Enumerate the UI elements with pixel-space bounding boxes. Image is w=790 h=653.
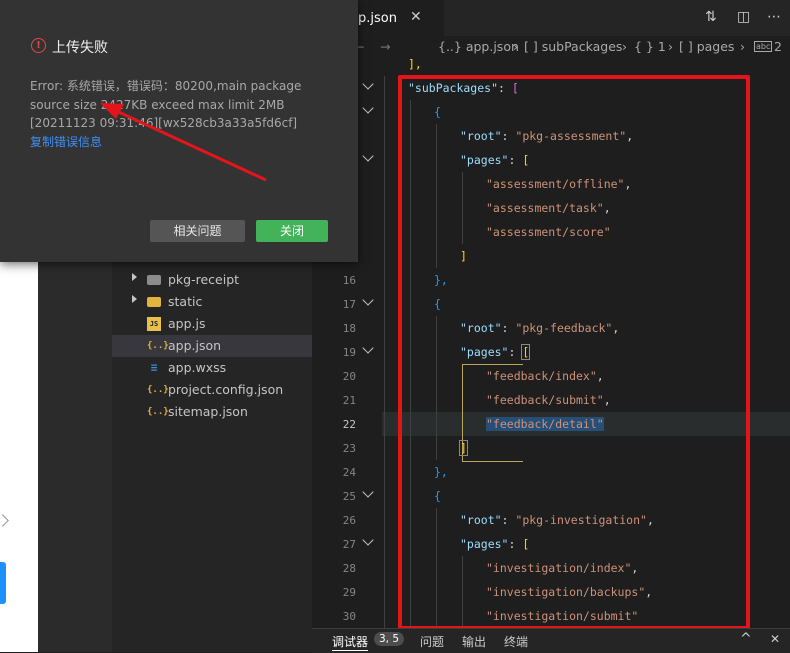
breadcrumb-separator: › (622, 39, 627, 54)
folder-icon (147, 275, 161, 285)
line-number: 25 (342, 490, 356, 503)
tree-item-static[interactable]: static (112, 291, 312, 313)
error-message: Error: 系统错误，错误码：80200,main package sourc… (30, 79, 302, 130)
upload-failed-dialog: ! 上传失败 Error: 系统错误，错误码：80200,main packag… (0, 0, 358, 262)
json-file-icon: {..} (147, 341, 169, 351)
js-file-icon: JS (147, 317, 161, 331)
fold-chevron-icon[interactable] (362, 294, 374, 306)
chevron-right-icon[interactable] (132, 273, 137, 281)
tree-item-label: app.wxss (168, 360, 227, 375)
breadcrumb-separator: › (668, 39, 673, 54)
tab-terminal[interactable]: 终端 (504, 633, 528, 650)
copy-error-link[interactable]: 复制错误信息 (30, 133, 102, 150)
tree-item-label: project.config.json (168, 382, 284, 397)
count-badge: 3, 5 (374, 632, 405, 646)
split-editor-icon[interactable]: ◫ (737, 9, 750, 25)
close-panel-icon[interactable]: ✕ (770, 632, 780, 646)
indent-guide (384, 76, 385, 628)
fold-chevron-icon[interactable] (362, 534, 374, 546)
tree-item-app-json[interactable]: {..} app.json (112, 335, 312, 357)
string-icon: abc (754, 41, 773, 52)
tab-app-json[interactable]: p.json ✕ (358, 0, 444, 36)
line-number: 17 (342, 298, 356, 311)
chevron-right-icon[interactable] (132, 295, 137, 303)
tree-item-label: app.json (168, 338, 222, 353)
tree-item-label: static (168, 294, 203, 309)
tree-item-app-js[interactable]: JS app.js (112, 313, 312, 335)
line-number: 29 (342, 586, 356, 599)
tree-item-label: sitemap.json (168, 404, 248, 419)
maximize-panel-icon[interactable]: ^ (740, 631, 752, 647)
line-number: 26 (342, 514, 356, 527)
breadcrumb-item[interactable]: {..} app.json (438, 39, 519, 54)
line-number: 27 (342, 538, 356, 551)
code-line[interactable]: ], (408, 52, 422, 76)
fold-chevron-icon[interactable] (362, 486, 374, 498)
breadcrumb-separator: › (513, 39, 518, 54)
breadcrumb-item[interactable]: 2 (774, 39, 782, 54)
fold-chevron-icon[interactable] (362, 78, 374, 90)
more-actions-icon[interactable]: ⋯ (767, 9, 781, 25)
chevron-right-icon[interactable] (0, 514, 9, 527)
tab-bar: p.json ✕ ⇅ ◫ ⋯ (312, 0, 790, 36)
css-file-icon: ≡ (150, 361, 158, 374)
dialog-title: 上传失败 (52, 40, 108, 56)
json-file-icon: {..} (147, 385, 169, 395)
related-issues-button[interactable]: 相关问题 (150, 220, 245, 242)
close-icon[interactable]: ✕ (410, 9, 422, 25)
line-number: 30 (342, 610, 356, 623)
error-icon: ! (31, 38, 46, 53)
line-number: 20 (342, 370, 356, 383)
tree-item-label: pkg-receipt (168, 272, 240, 287)
line-number: 16 (342, 274, 356, 287)
tab-label: p.json (358, 11, 397, 26)
tab-output[interactable]: 输出 (462, 633, 486, 650)
tree-item-project-config[interactable]: {..} project.config.json (112, 379, 312, 401)
close-button[interactable]: 关闭 (256, 220, 328, 242)
tree-item-pkg-receipt[interactable]: pkg-receipt (112, 269, 312, 291)
fold-chevron-icon[interactable] (362, 150, 374, 162)
tab-issues[interactable]: 问题 (420, 633, 444, 650)
code-editor: p.json ✕ ⇅ ◫ ⋯ ← → {..} app.json › [ ] s… (312, 0, 790, 630)
fold-chevron-icon[interactable] (362, 342, 374, 354)
line-number: 24 (342, 466, 356, 479)
breadcrumb-item[interactable]: [ ] pages (679, 39, 734, 54)
line-number: 18 (342, 322, 356, 335)
line-number: 22 (342, 418, 356, 431)
line-number: 23 (342, 442, 356, 455)
side-tab-button[interactable] (0, 562, 6, 604)
breadcrumb-item[interactable]: [ ] subPackages (524, 39, 622, 54)
annotation-red-box (398, 75, 750, 630)
compare-changes-icon[interactable]: ⇅ (705, 9, 717, 25)
tree-item-label: app.js (168, 316, 206, 331)
line-number: 28 (342, 562, 356, 575)
tab-debugger[interactable]: 调试器 (332, 633, 369, 651)
fold-chevron-icon[interactable] (362, 102, 374, 114)
breadcrumb-separator: › (740, 39, 745, 54)
breadcrumb-item[interactable]: { } 1 (634, 39, 666, 54)
bottom-panel-tabs: 调试器 3, 5 问题 输出 终端 ^ ✕ (312, 628, 790, 653)
code-token: ], (408, 57, 422, 71)
tree-item-sitemap[interactable]: {..} sitemap.json (112, 401, 312, 423)
line-number: 21 (342, 394, 356, 407)
tree-item-app-wxss[interactable]: ≡ app.wxss (112, 357, 312, 379)
json-file-icon: {..} (147, 407, 169, 417)
breadcrumb: ← → {..} app.json › [ ] subPackages › { … (312, 36, 790, 58)
line-number: 19 (342, 346, 356, 359)
forward-arrow-icon[interactable]: → (380, 39, 390, 54)
folder-icon (147, 297, 161, 307)
